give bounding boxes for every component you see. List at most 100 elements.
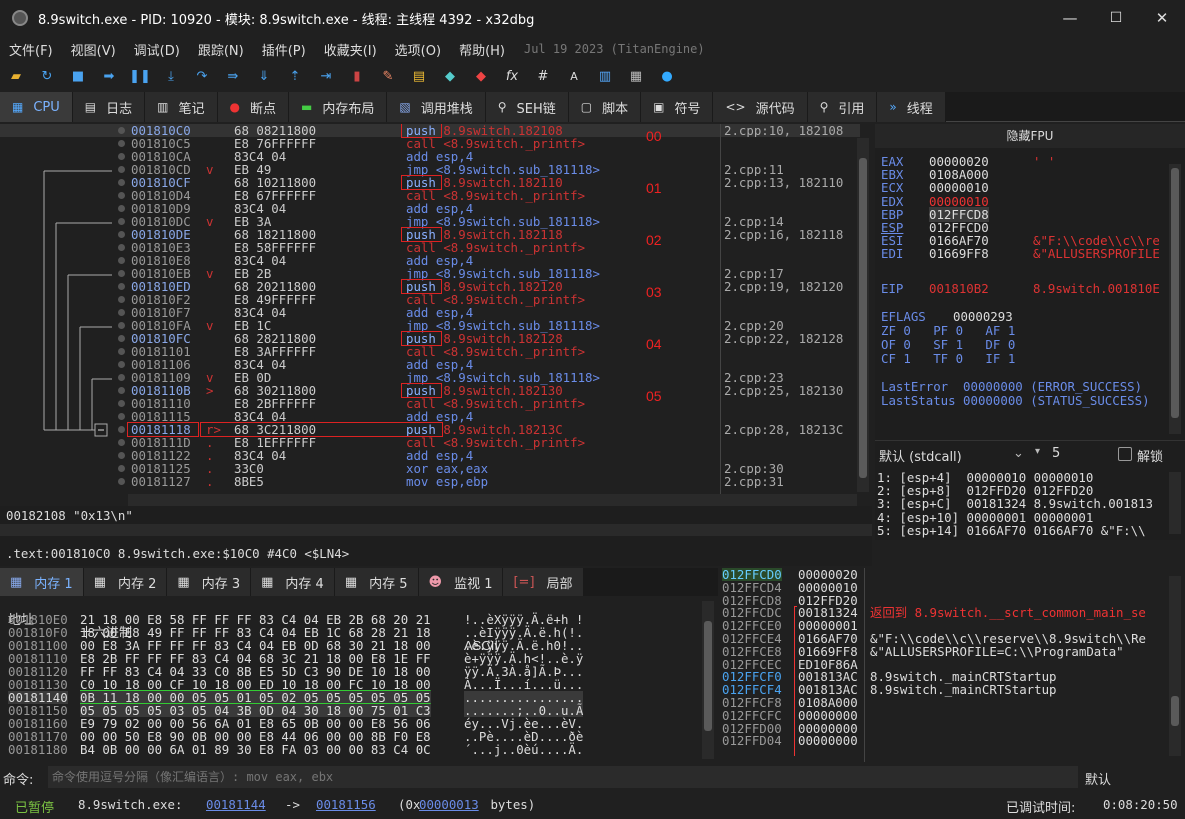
arguments-scrollbar[interactable] [1169, 472, 1181, 534]
step-over-icon[interactable]: ↷ [192, 66, 212, 86]
breakpoint-dot[interactable] [118, 153, 125, 160]
stack-row[interactable]: 012FFCFC 00000000 [720, 709, 1165, 722]
bookmark-icon[interactable]: ◆ [440, 66, 460, 86]
breakpoint-dot[interactable] [118, 452, 125, 459]
flags-row[interactable]: ZF 0 PF 0 AF 1 [881, 323, 1015, 338]
disasm-scrollbar[interactable] [857, 138, 869, 492]
tab-call-stack[interactable]: ▧ 调用堆栈 [387, 92, 486, 122]
tab-memory-map[interactable]: ▬ 内存布局 [289, 92, 388, 122]
tab-memory-4[interactable]: ▦ 内存 4 [251, 568, 335, 596]
breakpoint-dot[interactable] [118, 231, 125, 238]
stack-row[interactable]: 012FFD00 00000000 [720, 722, 1165, 735]
calculator-icon[interactable]: ▦ [626, 66, 646, 86]
tab-references[interactable]: ⚲ 引用 [807, 92, 878, 122]
tab-breakpoints[interactable]: ● 断点 [217, 92, 289, 122]
tab-memory-1[interactable]: ▦ 内存 1 [0, 568, 84, 596]
registers-scroll-thumb[interactable] [1171, 168, 1179, 418]
breakpoint-dot[interactable] [118, 426, 125, 433]
tab-source[interactable]: <> 源代码 [713, 92, 808, 122]
eflags-row[interactable]: EFLAGS 00000293 [881, 309, 1013, 324]
stop-icon[interactable]: ■ [68, 66, 88, 86]
tab-notes[interactable]: ▥ 笔记 [145, 92, 218, 122]
stack-row[interactable]: 012FFCF8 0108A000 [720, 696, 1165, 709]
menu-help[interactable]: 帮助(H) [450, 40, 514, 59]
breakpoint-dot[interactable] [118, 439, 125, 446]
tab-memory-5[interactable]: ▦ 内存 5 [334, 568, 419, 596]
pause-icon[interactable]: ❚❚ [129, 66, 151, 86]
breakpoint-dot[interactable] [118, 283, 125, 290]
disasm-hscroll[interactable] [128, 494, 857, 506]
stepper-arrows-icon[interactable]: ▾ [1035, 446, 1040, 457]
breakpoint-dot[interactable] [118, 413, 125, 420]
breakpoint-dot[interactable] [118, 296, 125, 303]
run-icon[interactable]: ➡ [99, 66, 119, 86]
breakpoint-dot[interactable] [118, 374, 125, 381]
flags-row[interactable]: OF 0 SF 1 DF 0 [881, 337, 1015, 352]
breakpoint-dot[interactable] [118, 127, 125, 134]
minimize-button[interactable]: — [1047, 0, 1093, 36]
menu-favourites[interactable]: 收藏夹(I) [315, 40, 386, 59]
stack-view[interactable]: 012FFCD0 00000020 012FFCD4 00000010 012FFCD8… [720, 568, 1185, 762]
breakpoint-dot[interactable] [118, 361, 125, 368]
menu-file[interactable]: 文件(F) [0, 40, 62, 59]
dump-scrollbar[interactable] [702, 601, 714, 759]
dump-scroll-thumb[interactable] [704, 621, 712, 731]
stack-row[interactable]: 012FFD04 00000000 [720, 734, 1165, 747]
register-value[interactable]: 001810B2 [929, 281, 989, 296]
menu-trace[interactable]: 跟踪(N) [189, 40, 253, 59]
tab-watch-1[interactable]: ☻ 监视 1 [418, 568, 504, 596]
breakpoint-dot[interactable] [118, 348, 125, 355]
menu-debug[interactable]: 调试(D) [125, 40, 189, 59]
flags-row[interactable]: CF 1 TF 0 IF 1 [881, 351, 1015, 366]
stack-row[interactable]: 012FFCDC 00181324 返回到 8.9switch.__scrt_com… [720, 606, 1165, 619]
menu-options[interactable]: 选项(O) [386, 40, 450, 59]
stack-row[interactable]: 012FFCE8 01669FF8 &"ALLUSERSPROFILE=C:\\Pr… [720, 645, 1165, 658]
tab-memory-3[interactable]: ▦ 内存 3 [167, 568, 252, 596]
patch-icon[interactable]: ◆ [471, 66, 491, 86]
stack-value[interactable]: 00000000 [798, 709, 858, 722]
selection-size-link[interactable]: 00000013 [419, 797, 479, 812]
calling-convention-select[interactable]: 默认 (stdcall) [879, 446, 962, 465]
breakpoint-dot[interactable] [118, 179, 125, 186]
dump-row[interactable]: 00181180 B4 0B 00 00 6A 01 89 30 E8 FA 03… [0, 743, 700, 756]
memory-dump[interactable]: 地址 十六进制 ASCII 001810E0 21 18 00 E8 58 FF … [0, 597, 718, 762]
tab-threads[interactable]: » 线程 [877, 92, 946, 122]
breakpoint-dot[interactable] [118, 192, 125, 199]
tab-cpu[interactable]: ▦ CPU [0, 92, 73, 122]
argument-count[interactable]: 5 [1052, 446, 1060, 461]
menu-view[interactable]: 视图(V) [62, 40, 125, 59]
disasm-scroll-thumb[interactable] [859, 158, 867, 478]
maximize-button[interactable]: ☐ [1093, 0, 1139, 36]
restart-icon[interactable]: ↻ [37, 66, 57, 86]
register-value[interactable]: 00000293 [953, 309, 1013, 324]
stack-row[interactable]: 012FFCD0 00000020 [720, 568, 1165, 581]
trace-into-icon[interactable]: ⇛ [223, 66, 243, 86]
stack-scroll-thumb[interactable] [1171, 696, 1179, 726]
selection-end-link[interactable]: 00181156 [316, 797, 376, 812]
breakpoint-dot[interactable] [118, 465, 125, 472]
argument-row[interactable]: 5: [esp+14] 0166AF70 0166AF70 &"F:\\ [877, 523, 1146, 538]
hash-icon[interactable]: # [533, 66, 553, 86]
tab-symbols[interactable]: ▣ 符号 [641, 92, 714, 122]
breakpoint-dot[interactable] [118, 478, 125, 485]
step-into-icon[interactable]: ⤓ [161, 66, 181, 86]
close-button[interactable]: ✕ [1139, 0, 1185, 36]
stack-row[interactable]: 012FFCD4 00000010 [720, 581, 1165, 594]
stack-scrollbar[interactable] [1169, 576, 1181, 756]
tab-script[interactable]: ▢ 脚本 [568, 92, 642, 122]
module-icon[interactable]: ▥ [595, 66, 615, 86]
breakpoint-dot[interactable] [118, 387, 125, 394]
comment-icon[interactable]: ✎ [378, 66, 398, 86]
run-to-user-code-icon[interactable]: ⇥ [316, 66, 336, 86]
register-row[interactable]: EDI 01669FF8 &"ALLUSERSPROFILE [881, 246, 1160, 261]
register-value[interactable]: 01669FF8 [929, 246, 989, 261]
disasm-row[interactable]: 00181127. 8BE5 mov esp,ebp 2.cpp:31 [0, 475, 860, 488]
execute-till-return-icon[interactable]: ⇡ [285, 66, 305, 86]
registers-scrollbar[interactable] [1169, 164, 1181, 434]
menu-plugins[interactable]: 插件(P) [253, 40, 315, 59]
breakpoint-dot[interactable] [118, 270, 125, 277]
tab-locals[interactable]: [=] 局部 [503, 568, 584, 596]
breakpoint-dot[interactable] [118, 205, 125, 212]
stack-value[interactable]: 00000010 [798, 581, 858, 594]
open-icon[interactable]: ▰ [6, 66, 26, 86]
